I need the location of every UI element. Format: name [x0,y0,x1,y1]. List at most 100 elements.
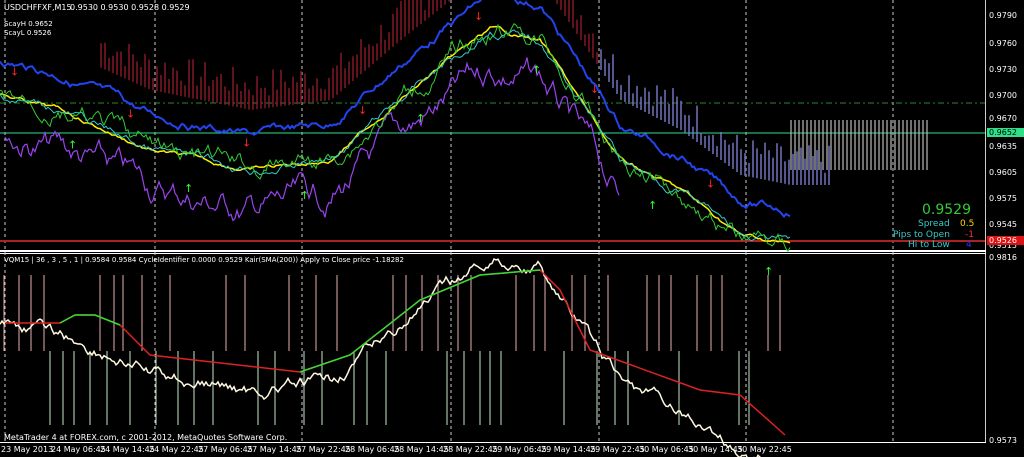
tenkan-line [0,29,791,242]
ichimoku-cloud [304,73,306,104]
ichimoku-cloud [376,43,378,61]
ichimoku-cloud [814,120,816,170]
ichimoku-cloud [344,68,346,88]
ichimoku-cloud [296,82,298,105]
chart-canvas[interactable]: ↓ ↑ ↓ ↑ ↓ ↑ ↓ ↑ ↓ ↑ ↓ ↑ ↓ ↑ [0,0,1024,457]
ichimoku-cloud [576,19,578,34]
ichimoku-cloud [656,85,658,118]
ichimoku-cloud [632,93,634,106]
ichimoku-cloud [264,87,266,109]
ichimoku-cloud [822,120,824,170]
ichimoku-cloud [256,76,258,110]
vqm-line [0,258,761,457]
ichimoku-cloud [676,96,678,128]
chikou-line [4,57,620,222]
ichimoku-cloud [808,145,810,185]
buy-arrow-icon: ↑ [532,63,541,76]
ichimoku-cloud [712,134,714,154]
buy-arrow-icon: ↑ [416,112,425,125]
ichimoku-cloud [700,132,702,145]
ichimoku-cloud [780,146,782,183]
ichimoku-cloud [404,0,406,37]
ichimoku-cloud [824,172,826,185]
ichimoku-cloud [260,88,262,109]
ichimoku-cloud [196,85,198,100]
ichimoku-cloud [584,34,586,46]
ichimoku-cloud [692,126,694,139]
ichimoku-cloud [898,120,900,170]
ichimoku-cloud [672,88,674,126]
ichimoku-cloud [308,88,310,103]
ichimoku-cloud [180,80,182,96]
ichimoku-cloud [862,120,864,170]
ichimoku-cloud [288,88,290,106]
chart-window[interactable]: ↓ ↑ ↓ ↑ ↓ ↑ ↓ ↑ ↓ ↑ ↓ ↑ ↓ ↑ USDCHFFXF,M15 0.9530 0.95… [0,0,1024,457]
ichimoku-cloud [192,59,194,99]
price-axis-label: 0.9730 [989,65,1017,74]
ichimoku-cloud [428,0,430,18]
ichimoku-cloud [684,114,686,133]
ichimoku-cloud [352,56,354,82]
time-axis-label: 27 May 14:45 [247,445,302,454]
ichimoku-cloud [882,120,884,170]
signal-line [5,269,786,436]
ichimoku-cloud [128,43,130,81]
ichimoku-cloud [760,154,762,179]
ichimoku-cloud [628,75,630,104]
ichimoku-cloud [724,139,726,163]
scay-high: ScayH 0.9652 [4,20,53,28]
ichimoku-cloud [708,135,710,151]
sell-arrow-icon: ↓ [474,10,483,23]
ichimoku-cloud [420,0,422,24]
ichimoku-cloud [340,52,342,92]
ichimoku-cloud [764,142,766,180]
ichimoku-cloud [228,90,230,106]
ichimoku-cloud [716,146,718,157]
ichimoku-cloud [624,91,626,102]
ichimoku-cloud [132,54,134,82]
ichimoku-cloud [408,0,410,34]
price-tag-red: 0.9526 [987,236,1024,245]
ichimoku-cloud [588,33,590,52]
ichimoku-cloud [608,63,610,82]
ichimoku-cloud [696,105,698,142]
ichimoku-cloud [926,120,928,170]
ichimoku-cloud [644,87,646,112]
pips-to-open-value: -1 [965,230,974,240]
panel-separator [0,253,986,254]
ichimoku-cloud [740,149,742,175]
ichimoku-cloud [320,88,322,102]
time-axis-label: 30 May 06:45 [639,445,694,454]
ichimoku-cloud [810,120,812,170]
ichimoku-cloud [790,120,792,170]
ichimoku-cloud [792,153,794,185]
ichimoku-cloud [280,69,282,107]
ichimoku-cloud [208,85,210,102]
ichimoku-cloud [922,120,924,170]
time-axis-label: 29 May 22:45 [590,445,645,454]
ichimoku-cloud [830,120,832,170]
ichimoku-cloud [212,79,214,103]
ichimoku-cloud [424,10,426,21]
ichimoku-cloud [720,131,722,160]
ichimoku-cloud [104,42,106,70]
ichimoku-cloud [336,65,338,95]
ichimoku-cloud [184,85,186,97]
ichimoku-cloud [380,24,382,58]
ichimoku-cloud [356,54,358,78]
ichimoku-cloud [268,95,270,108]
ichimoku-cloud [388,32,390,51]
time-axis-label: 28 May 14:45 [394,445,449,454]
ichimoku-cloud [664,89,666,122]
ichimoku-cloud [416,0,418,28]
ichimoku-cloud [200,76,202,100]
time-axis-label: 30 May 22:45 [737,445,792,454]
ichimoku-cloud [116,51,118,75]
buy-arrow-icon: ↑ [184,182,193,195]
ichimoku-cloud [796,151,798,185]
ichimoku-cloud [560,0,562,10]
ichimoku-cloud [806,120,808,170]
ichimoku-cloud [704,135,706,148]
sell-arrow-icon: ↓ [590,83,599,96]
ichimoku-cloud [748,162,750,177]
